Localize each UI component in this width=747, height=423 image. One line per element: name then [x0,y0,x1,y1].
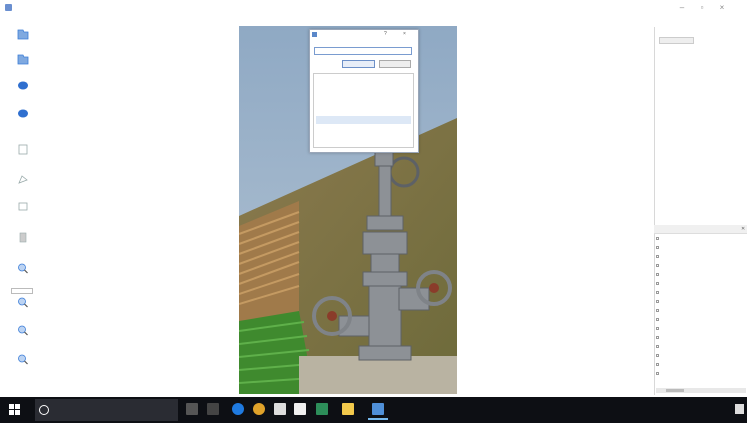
checkbox-icon[interactable] [656,372,659,376]
file-list-item[interactable] [656,371,746,379]
file-list-item[interactable] [656,245,746,253]
dialog-close-button[interactable]: × [403,31,406,37]
checkbox-icon[interactable] [656,300,659,304]
checkbox-icon[interactable] [656,309,659,313]
file-list-item[interactable] [656,317,746,325]
file-list-header [654,225,747,234]
notification-icon[interactable] [735,404,744,414]
file-list-item[interactable] [656,236,746,244]
checkbox-icon[interactable] [656,237,659,241]
file-list-item[interactable] [656,308,746,316]
checkbox-icon[interactable] [656,336,659,340]
label-list-item[interactable] [316,107,411,115]
create-rect-button[interactable] [7,197,39,231]
file-list-item[interactable] [656,263,746,271]
checkbox-icon[interactable] [656,345,659,349]
title-bar [0,0,747,15]
fit-window-icon [18,325,28,336]
open-dir-icon [17,54,29,65]
label-input[interactable] [314,47,412,55]
file-list-item[interactable] [656,353,746,361]
chrome-browser-icon[interactable] [253,403,265,415]
file-list-item[interactable] [656,335,746,343]
create-rect-icon [18,202,28,211]
menu-bar [0,15,747,24]
cancel-button[interactable] [379,60,411,68]
checkbox-icon[interactable] [656,318,659,322]
box-labels-panel [654,27,747,225]
file-list-item[interactable] [656,326,746,334]
checkbox-icon[interactable] [656,255,659,259]
file-list-item[interactable] [656,344,746,352]
save-button[interactable] [7,140,39,174]
dialog-help-button[interactable]: ? [384,31,387,37]
open-folder-icon [17,29,29,40]
app-icon[interactable] [316,403,328,415]
zoom-out-icon [18,297,28,308]
label-list-item[interactable] [316,83,411,91]
file-list-item[interactable] [656,254,746,262]
ok-button[interactable] [342,60,375,68]
label-list-item[interactable] [316,99,411,107]
dialog-app-icon [312,32,317,37]
file-list-item[interactable] [656,272,746,280]
cortana-icon[interactable] [39,405,49,415]
delete-button[interactable] [7,228,39,262]
delete-icon [19,232,27,243]
store-icon[interactable] [274,403,286,415]
prev-image-button[interactable] [7,104,39,138]
checkbox-icon[interactable] [656,291,659,295]
file-list-item[interactable] [656,290,746,298]
checkbox-icon[interactable] [656,282,659,286]
checkbox-icon[interactable] [656,327,659,331]
file-list-item[interactable] [656,281,746,289]
fit-width-icon [18,354,28,365]
label-list-item-selected[interactable] [316,116,411,124]
maximize-button[interactable]: ▫ [694,2,710,13]
mail-icon[interactable] [294,403,306,415]
task-view-icon[interactable] [207,403,219,415]
checkbox-icon[interactable] [656,354,659,358]
taskbar-search-box[interactable] [35,399,178,421]
file-list-scroll-thumb[interactable] [666,389,684,392]
checkbox-icon[interactable] [656,246,659,250]
file-explorer-icon[interactable] [342,403,354,415]
windows-start-icon[interactable] [9,404,20,415]
close-window-button[interactable]: × [714,2,730,13]
checkbox-icon[interactable] [656,363,659,367]
edge-browser-icon[interactable] [232,403,244,415]
arrow-next-icon [18,81,28,90]
file-list-item[interactable] [656,299,746,307]
save-icon [18,144,28,155]
file-list-close-icon[interactable]: ✕ [741,226,745,232]
create-polygon-icon [18,175,28,184]
checkbox-icon[interactable] [656,264,659,268]
zoom-in-icon [18,263,28,274]
label-list-item[interactable] [316,75,411,83]
checkbox-icon[interactable] [656,273,659,277]
file-list-item[interactable] [656,362,746,370]
app-logo-icon [5,4,12,11]
arrow-prev-icon [18,109,28,118]
fit-width-button[interactable] [7,350,39,384]
box-labels-field[interactable] [659,37,694,44]
labelimg-taskbar-icon[interactable] [372,403,384,415]
mic-icon[interactable] [186,403,198,415]
label-list-item[interactable] [316,91,411,99]
active-app-indicator [368,418,388,420]
minimize-button[interactable]: – [674,2,690,13]
